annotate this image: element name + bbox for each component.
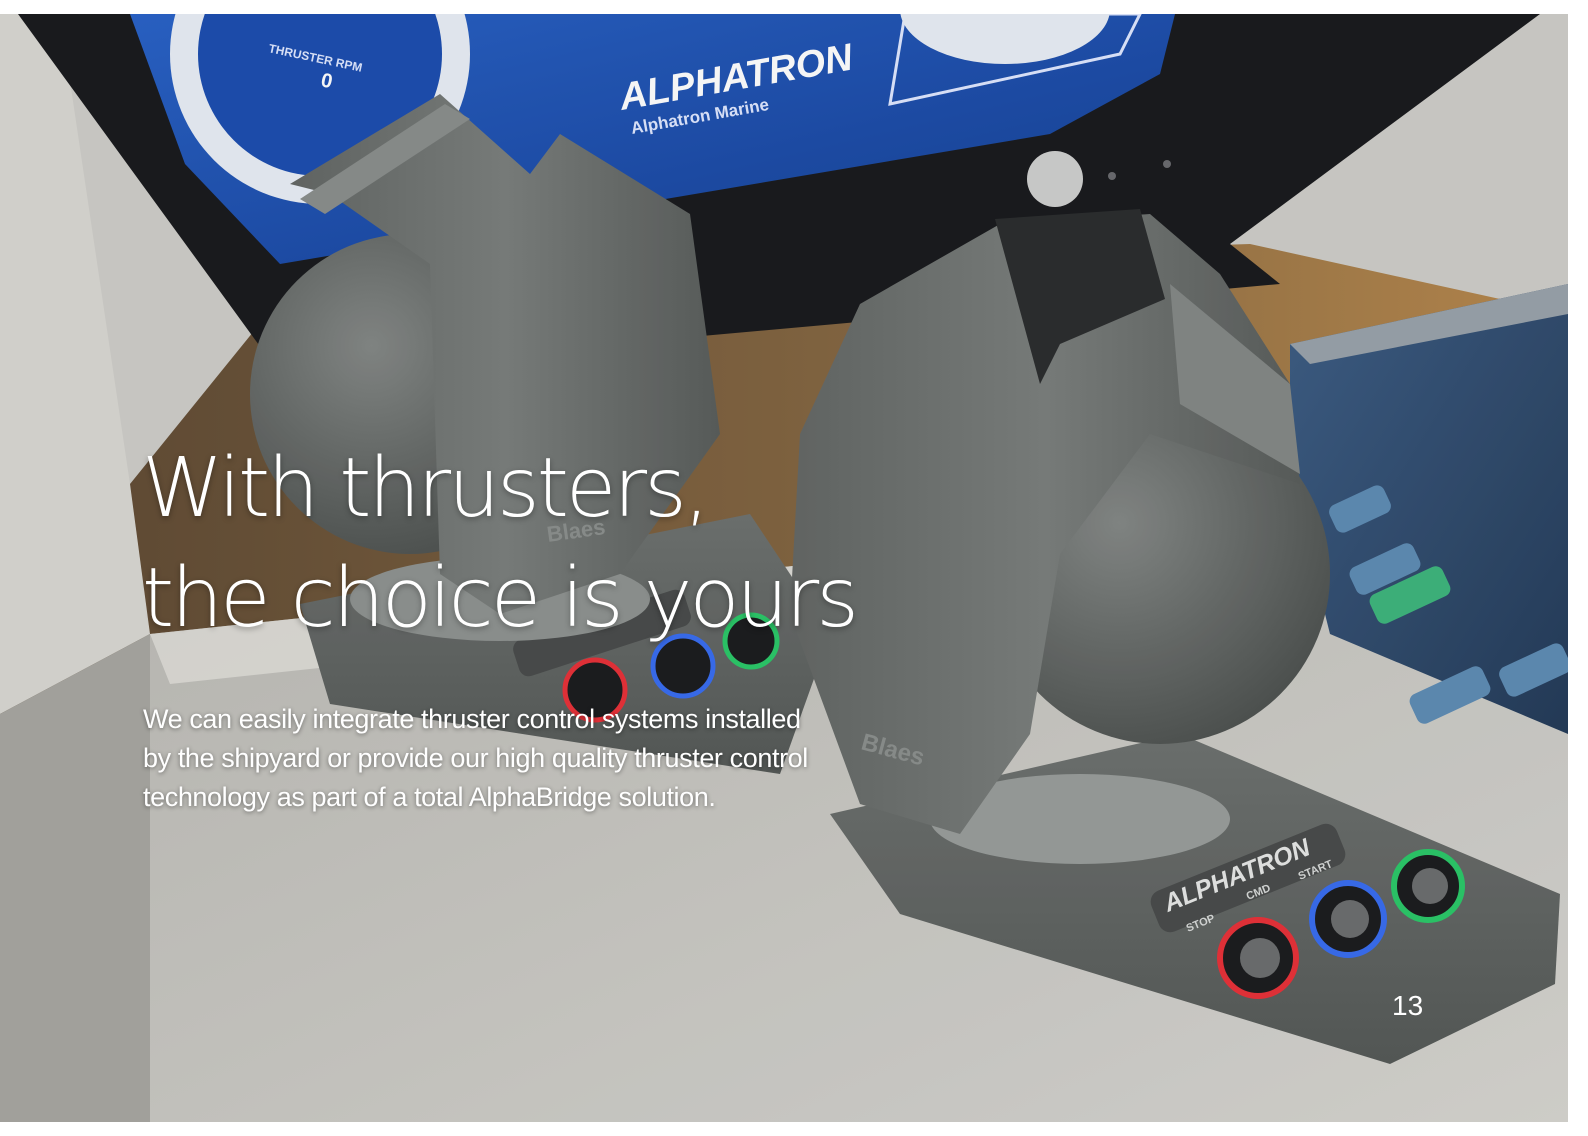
page: THRUSTER RPM 0 ALPHATRON Alphatron Marin…	[0, 14, 1568, 1122]
body-paragraph: We can easily integrate thruster control…	[143, 700, 903, 817]
headline-line-1: With thrusters,	[142, 441, 710, 536]
page-headline: With thrusters, the choice is yours	[142, 434, 859, 654]
body-line-3: technology as part of a total AlphaBridg…	[143, 782, 716, 812]
body-line-2: by the shipyard or provide our high qual…	[143, 743, 808, 773]
page-number: 13	[1392, 990, 1424, 1021]
body-line-1: We can easily integrate thruster control…	[143, 704, 801, 734]
headline-line-2: the choice is yours	[142, 551, 859, 646]
